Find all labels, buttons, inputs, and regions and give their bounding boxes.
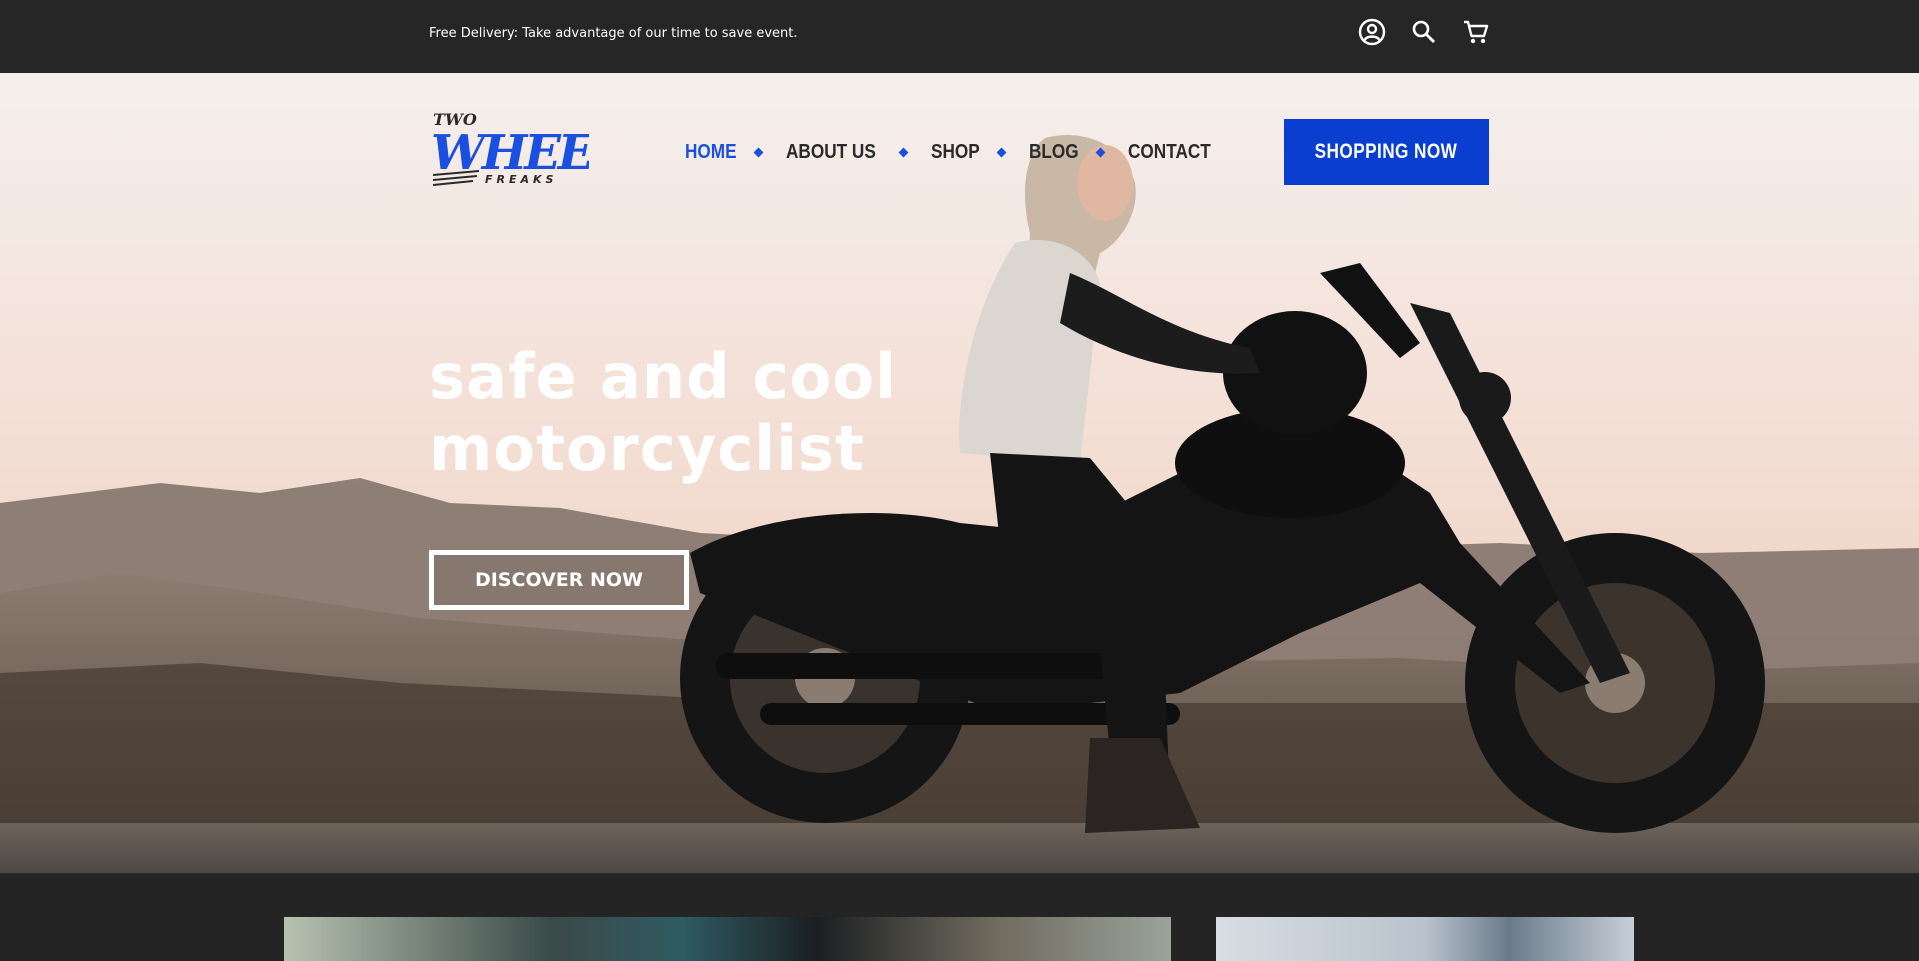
hero-banner: TWO WHEELS FREAKS HOME ABOUT US SHOP BLO… [0,73,1919,873]
nav-shop[interactable]: SHOP [931,141,980,164]
featured-section [0,873,1919,961]
hero-background-image [0,73,1919,873]
hero-headline: safe and cool motorcyclist [429,341,907,485]
featured-card-image[interactable] [284,917,1171,961]
nav-separator-icon [753,147,764,158]
main-nav: HOME ABOUT US SHOP BLOG CONTACT [685,141,1224,164]
nav-home[interactable]: HOME [685,141,737,164]
nav-blog[interactable]: BLOG [1029,141,1079,164]
promo-text: Free Delivery: Take advantage of our tim… [429,26,798,41]
nav-contact[interactable]: CONTACT [1128,141,1211,164]
cart-icon[interactable] [1461,17,1491,47]
account-icon[interactable] [1357,17,1387,47]
nav-separator-icon [996,147,1007,158]
search-icon[interactable] [1409,17,1439,47]
headline-line-2: motorcyclist [429,412,866,485]
headline-line-1: safe and cool [429,340,897,413]
featured-card-image[interactable] [1216,917,1634,961]
topbar-icons [1357,17,1491,47]
discover-now-button[interactable]: DISCOVER NOW [429,550,689,610]
nav-separator-icon [1095,147,1106,158]
shopping-now-button[interactable]: SHOPPING NOW [1284,119,1489,185]
svg-text:FREAKS: FREAKS [485,173,557,186]
nav-separator-icon [899,147,909,158]
top-bar: Free Delivery: Take advantage of our tim… [0,0,1919,73]
site-logo[interactable]: TWO WHEELS FREAKS [429,107,658,191]
shopping-now-label: SHOPPING NOW [1315,140,1458,163]
nav-about-us[interactable]: ABOUT US [786,141,876,164]
